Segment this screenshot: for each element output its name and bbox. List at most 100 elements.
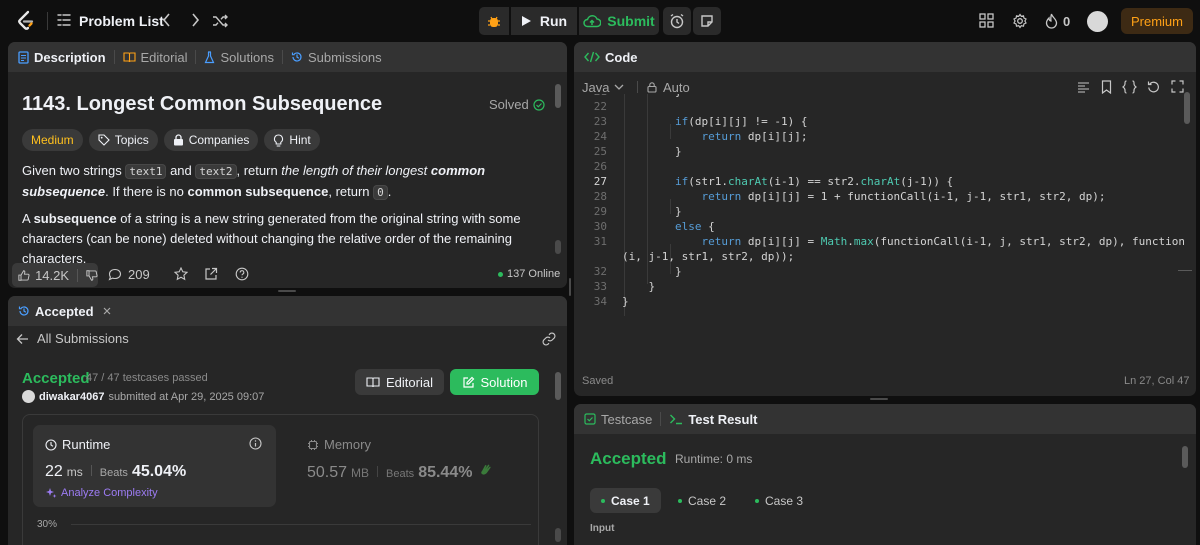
list-icon[interactable] [57, 13, 71, 27]
hint-chip[interactable]: Hint [264, 129, 320, 151]
resize-handle[interactable] [870, 398, 888, 400]
code-line: if(str1.charAt(i-1) == str2.charAt(j-1))… [674, 175, 954, 188]
code-line: (i, j-1, str1, str2, dp)); [622, 250, 795, 263]
resize-handle[interactable] [278, 290, 296, 292]
problem-title: 1143. Longest Common Subsequence [22, 93, 383, 115]
bookmark-icon[interactable] [1101, 80, 1112, 94]
note-icon [701, 15, 713, 27]
tab-code[interactable]: Code [584, 50, 638, 65]
line-number: 31 [593, 235, 607, 248]
tab-testcase[interactable]: Testcase [584, 412, 652, 427]
case-label: Case 1 [611, 493, 650, 508]
reset-icon[interactable] [1147, 80, 1160, 93]
case-tab-2[interactable]: Case 2 [667, 488, 737, 513]
companies-chip[interactable]: Companies [163, 129, 259, 151]
tab-editorial[interactable]: Editorial [122, 49, 188, 65]
tab-test-result-label: Test Result [688, 411, 758, 427]
problem-tags: Medium Topics Companies Hint [22, 129, 320, 151]
online-label: 137 Online [507, 268, 561, 280]
testcase-tabs: Testcase Test Result [574, 404, 1196, 434]
fullscreen-icon[interactable] [1171, 80, 1184, 93]
tab-description-label: Description [34, 49, 106, 65]
problem-list-link[interactable]: Problem List [79, 13, 164, 29]
solution-label: Solution [480, 374, 528, 390]
description-scrollbar[interactable] [555, 84, 561, 108]
tab-accepted[interactable]: Accepted [18, 304, 112, 319]
auto-mode-label: Auto [663, 79, 690, 95]
premium-button[interactable]: Premium [1121, 8, 1193, 34]
analyze-complexity-link[interactable]: Analyze Complexity [45, 487, 158, 499]
topics-label: Topics [114, 133, 149, 147]
comments-button[interactable]: 209 [108, 267, 150, 282]
testcase-panel: Testcase Test Result Accepted Runtime: 0… [574, 404, 1196, 545]
run-button[interactable]: Run [511, 7, 577, 35]
submission-scroll-thumb[interactable] [555, 528, 561, 542]
online-count: 137 Online [498, 268, 560, 280]
code-scrollbar[interactable] [1184, 92, 1190, 124]
layout-grid-icon[interactable] [979, 13, 994, 28]
notes-button[interactable] [693, 7, 721, 35]
tab-test-result[interactable]: Test Result [669, 412, 757, 427]
line-number: 25 [593, 145, 607, 158]
line-number-current: 27 [593, 175, 607, 188]
line-number: 34 [593, 295, 607, 308]
thumbs-up-icon [18, 269, 30, 281]
line-number: 21 [574, 94, 607, 98]
timer-button[interactable] [663, 7, 691, 35]
memory-header: Memory [307, 437, 371, 452]
info-icon[interactable] [249, 437, 262, 450]
share-icon[interactable] [204, 267, 218, 281]
language-select[interactable]: Java [582, 80, 624, 95]
resize-handle[interactable] [569, 278, 571, 296]
submit-button[interactable]: Submit [579, 7, 659, 35]
case-tab-1[interactable]: Case 1 [590, 488, 661, 513]
code-editor[interactable]: 21 22 23 24 25 26 27 28 29 30 31 32 33 3… [574, 94, 1184, 324]
runtime-card[interactable]: Runtime 22 ms Beats 45.04% Analyze Compl… [33, 425, 276, 507]
run-submit-group: Run Submit [479, 7, 659, 35]
submission-status: Accepted [22, 370, 90, 387]
chip-icon [308, 439, 318, 450]
next-problem-icon[interactable] [189, 12, 201, 28]
prev-problem-icon[interactable] [161, 12, 173, 28]
debug-button[interactable] [479, 7, 509, 35]
curly-braces-icon[interactable] [1122, 80, 1137, 94]
settings-gear-icon[interactable] [1012, 13, 1028, 29]
auto-mode-toggle[interactable]: Auto [646, 80, 690, 95]
case-tab-3[interactable]: Case 3 [744, 488, 814, 513]
link-icon[interactable] [542, 332, 556, 346]
document-icon [18, 50, 29, 64]
description-scroll-thumb[interactable] [555, 240, 561, 254]
topics-chip[interactable]: Topics [88, 129, 158, 151]
case-label: Case 2 [688, 493, 727, 508]
code-line: } [622, 265, 682, 278]
like-button[interactable]: 14.2K [12, 263, 98, 287]
cursor-position: Ln 27, Col 47 [1124, 375, 1190, 387]
streak-counter[interactable]: 0 [1045, 13, 1070, 29]
solved-label: Solved [489, 97, 529, 112]
tab-submissions[interactable]: Submissions [291, 50, 382, 65]
user-avatar[interactable] [1087, 11, 1108, 32]
submitted-time: submitted at Apr 29, 2025 09:07 [108, 390, 265, 403]
shuffle-icon[interactable] [212, 13, 228, 29]
like-count: 14.2K [35, 267, 70, 283]
tab-description[interactable]: Description [18, 50, 106, 65]
testcase-scrollbar[interactable] [1182, 446, 1188, 468]
terminal-icon [670, 414, 683, 425]
runtime-beats: 45.04% [131, 463, 187, 480]
memory-card[interactable]: Memory 50.57 MB Beats 85.44% [285, 425, 528, 507]
performance-stats: Runtime 22 ms Beats 45.04% Analyze Compl… [22, 414, 539, 545]
solution-button[interactable]: Solution [450, 369, 539, 395]
editorial-button[interactable]: Editorial [355, 369, 444, 395]
submission-scrollbar[interactable] [555, 372, 561, 400]
leetcode-logo-icon[interactable] [14, 9, 38, 33]
companies-label: Companies [188, 133, 250, 147]
back-to-submissions[interactable]: All Submissions [16, 331, 129, 346]
format-icon[interactable] [1077, 81, 1090, 93]
help-icon[interactable] [235, 267, 249, 281]
tab-editorial-label: Editorial [140, 49, 188, 65]
runtime-value: 22 [45, 463, 63, 480]
tab-solutions[interactable]: Solutions [204, 50, 274, 65]
divider [281, 50, 283, 64]
star-icon[interactable] [174, 267, 188, 281]
username[interactable]: diwakar4067 [39, 391, 104, 403]
